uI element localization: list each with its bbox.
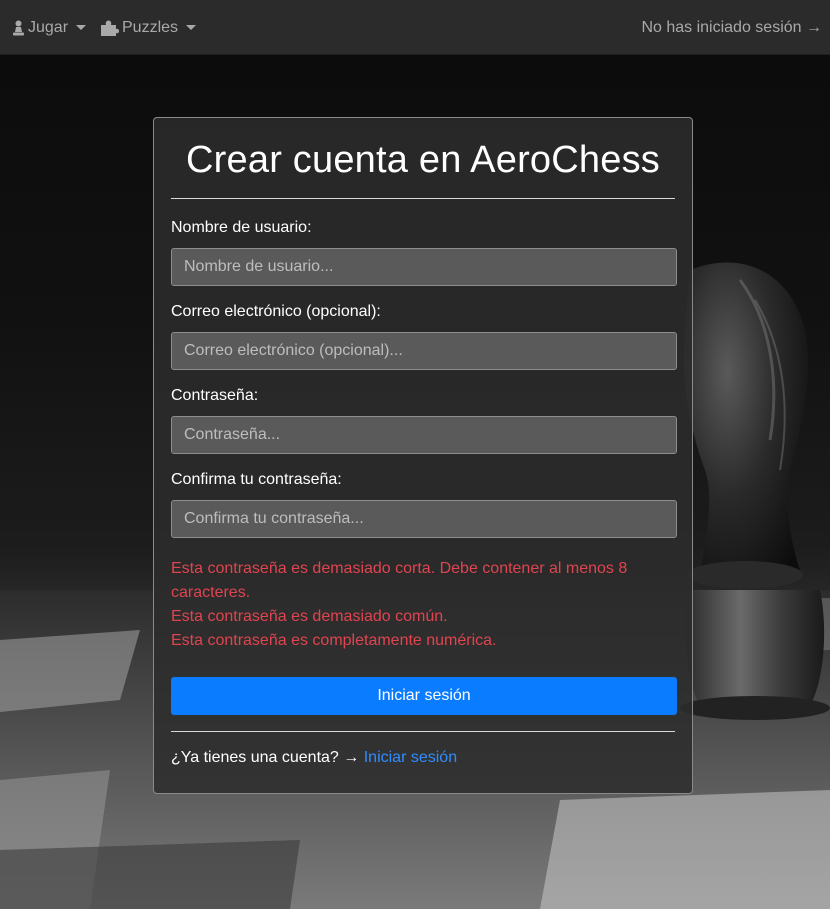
signup-card: Crear cuenta en AeroChess Nombre de usua… bbox=[153, 117, 693, 794]
error-message: Esta contraseña es completamente numéric… bbox=[171, 632, 497, 649]
password-input[interactable] bbox=[171, 416, 677, 454]
login-link[interactable]: Iniciar sesión bbox=[364, 749, 457, 766]
login-prompt-text: ¿Ya tienes una cuenta? → bbox=[171, 749, 360, 766]
confirm-password-input[interactable] bbox=[171, 500, 677, 538]
puzzle-icon bbox=[101, 20, 119, 36]
email-label: Correo electrónico (opcional): bbox=[171, 303, 381, 320]
username-input[interactable] bbox=[171, 248, 677, 286]
chevron-down-icon bbox=[186, 25, 197, 30]
divider bbox=[171, 198, 675, 199]
error-message: Esta contraseña es demasiado corta. Debe… bbox=[171, 560, 628, 601]
email-input[interactable] bbox=[171, 332, 677, 370]
chevron-down-icon bbox=[76, 25, 87, 30]
nav-puzzles-label: Puzzles bbox=[122, 18, 179, 36]
login-status-link[interactable]: No has iniciado sesión → bbox=[641, 0, 822, 55]
top-navbar: Jugar Puzzles No has iniciado sesión → bbox=[0, 0, 830, 55]
pawn-icon bbox=[13, 20, 24, 35]
error-message: Esta contraseña es demasiado común. bbox=[171, 608, 448, 625]
username-label: Nombre de usuario: bbox=[171, 219, 312, 236]
login-prompt: ¿Ya tienes una cuenta? → Iniciar sesión bbox=[171, 749, 675, 767]
error-list: Esta contraseña es demasiado corta. Debe… bbox=[171, 557, 675, 653]
nav-puzzles-dropdown[interactable]: Puzzles bbox=[99, 0, 197, 55]
password-label: Contraseña: bbox=[171, 387, 259, 404]
confirm-password-label: Confirma tu contraseña: bbox=[171, 471, 342, 488]
login-status-label: No has iniciado sesión → bbox=[641, 18, 822, 36]
nav-play-dropdown[interactable]: Jugar bbox=[12, 0, 87, 55]
page-title: Crear cuenta en AeroChess bbox=[186, 139, 660, 181]
divider bbox=[171, 731, 675, 732]
nav-play-label: Jugar bbox=[28, 18, 69, 36]
submit-button[interactable]: Iniciar sesión bbox=[171, 677, 677, 715]
